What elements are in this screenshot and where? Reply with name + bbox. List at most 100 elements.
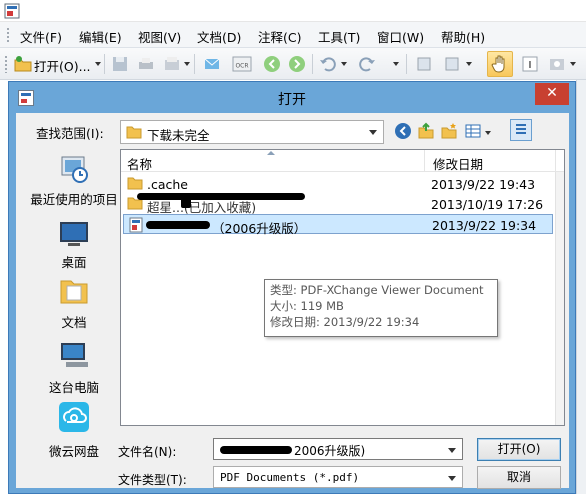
dialog-title: 打开 [278,92,306,108]
place-label: 这台电脑 [48,380,99,395]
svg-text:OCR: OCR [235,63,248,70]
file-row[interactable]: .cache 2013/9/22 19:43 [123,174,553,194]
toolbar-open-label[interactable]: 打开(O)... [34,56,91,75]
ocr-icon[interactable]: OCR [232,54,252,74]
look-in-value: 下载未完全 [147,128,210,143]
file-date: 2013/10/19 17:26 [431,197,544,212]
toolbar-separator [194,54,195,74]
redaction-mark [181,198,191,208]
toolbar-separator [312,54,313,74]
scan-icon[interactable] [162,54,182,74]
weiyun-cloud-icon [59,402,89,432]
menu-edit[interactable]: 编辑(E) [79,27,122,46]
print-icon[interactable] [136,54,156,74]
column-divider[interactable] [424,150,425,172]
select-text-icon[interactable]: I [520,54,540,74]
chevron-down-icon[interactable] [448,448,456,453]
app-icon [4,3,20,19]
tooltip-size: 大小: 119 MB [270,299,344,313]
toolbar-grip [4,55,8,73]
hand-tool-button[interactable] [487,51,513,77]
file-name: （2006升级版） [212,221,307,236]
menu-document[interactable]: 文档(D) [197,27,241,46]
redo-icon[interactable] [357,54,377,74]
menu-window[interactable]: 窗口(W) [377,27,424,46]
undo-dropdown-caret[interactable] [341,62,347,66]
place-label: 微云网盘 [48,444,99,459]
close-icon: ✕ [546,85,558,101]
chevron-down-icon [369,130,377,135]
app-toolbar: 打开(O)... OCR I [0,48,586,80]
filename-value: 2006升级版) [294,444,366,458]
column-divider[interactable] [555,150,556,172]
page-rotate-icon[interactable] [442,54,462,74]
dialog-titlebar[interactable]: 打开 ✕ [9,82,575,113]
place-weiyun[interactable]: 微云网盘 [28,401,120,459]
redaction-mark [137,193,305,200]
file-row-selected[interactable]: （2006升级版） 2013/9/22 19:34 [123,214,553,236]
menu-file[interactable]: 文件(F) [20,27,62,46]
recent-items-icon [61,156,88,183]
place-documents[interactable]: 文档 [28,274,120,330]
forward-arrow-icon[interactable] [287,54,307,74]
menu-tools[interactable]: 工具(T) [318,27,360,46]
dialog-close-button[interactable]: ✕ [535,83,569,105]
filename-input[interactable]: 2006升级版) [213,438,463,460]
new-folder-icon[interactable] [440,122,458,140]
email-icon[interactable] [202,54,222,74]
cancel-button[interactable]: 取消 [477,466,561,489]
column-date-header[interactable]: 修改日期 [433,154,483,173]
open-folder-icon[interactable] [13,54,33,74]
filetype-value: PDF Documents (*.pdf) [220,471,360,484]
place-recent-items[interactable]: 最近使用的项目 [28,153,120,209]
up-folder-icon[interactable] [417,122,435,140]
filetype-label: 文件类型(T): [118,473,187,487]
filetype-combobox[interactable]: PDF Documents (*.pdf) [213,466,463,488]
undo-icon[interactable] [318,54,338,74]
filename-label: 文件名(N): [118,445,177,459]
menu-view[interactable]: 视图(V) [138,27,181,46]
scan-dropdown-caret[interactable] [184,62,190,66]
look-in-label: 查找范围(I): [36,126,104,141]
view-menu-icon[interactable] [464,122,482,140]
menu-comment[interactable]: 注释(C) [258,27,301,46]
this-pc-icon [61,343,88,367]
open-dropdown-caret[interactable] [95,62,101,66]
app-menubar: 文件(F) 编辑(E) 视图(V) 文档(D) 注释(C) 工具(T) 窗口(W… [0,22,586,48]
file-row[interactable]: 超星...(已加入收藏) 2013/10/19 17:26 [123,193,553,215]
desktop-icon [60,222,88,246]
toolbar-separator [104,54,105,74]
place-this-pc[interactable]: 这台电脑 [28,339,120,395]
menubar-grip [6,27,10,43]
snapshot-icon[interactable] [547,54,567,74]
open-dialog: 打开 ✕ 查找范围(I): 下载未完全 最近使用的项目 桌面 文档 这台电脑 微… [8,81,576,494]
place-label: 最近使用的项目 [30,192,118,207]
file-list-scrollbar[interactable] [555,172,564,425]
menu-help[interactable]: 帮助(H) [441,27,485,46]
save-icon[interactable] [110,54,130,74]
file-name: .cache [147,177,188,192]
app-titlebar [0,0,586,22]
details-view-button[interactable] [510,119,532,141]
back-arrow-icon[interactable] [262,54,282,74]
redo-dropdown-caret[interactable] [393,62,399,66]
look-in-combobox[interactable]: 下载未完全 [120,120,384,144]
sort-ascending-icon [267,151,275,155]
tooltip-modified: 修改日期: 2013/9/22 19:34 [270,315,420,329]
details-view-icon [516,124,526,134]
tooltip-type: 类型: PDF-XChange Viewer Document [270,283,484,297]
rotate-dropdown-caret[interactable] [466,62,472,66]
file-info-tooltip: 类型: PDF-XChange Viewer Document 大小: 119 … [264,279,498,337]
back-icon[interactable] [394,122,412,140]
file-date: 2013/9/22 19:43 [431,177,536,192]
svg-text:I: I [529,60,532,71]
place-desktop[interactable]: 桌面 [28,218,120,270]
pdf-file-icon [129,217,143,233]
toolbar-overflow-caret[interactable] [570,62,576,66]
open-button[interactable]: 打开(O) [477,438,561,461]
rotate-icon[interactable] [414,54,434,74]
app-side-strip [576,80,586,494]
redaction-mark [146,221,210,229]
column-name-header[interactable]: 名称 [127,154,152,173]
view-dropdown-caret[interactable] [485,131,491,135]
